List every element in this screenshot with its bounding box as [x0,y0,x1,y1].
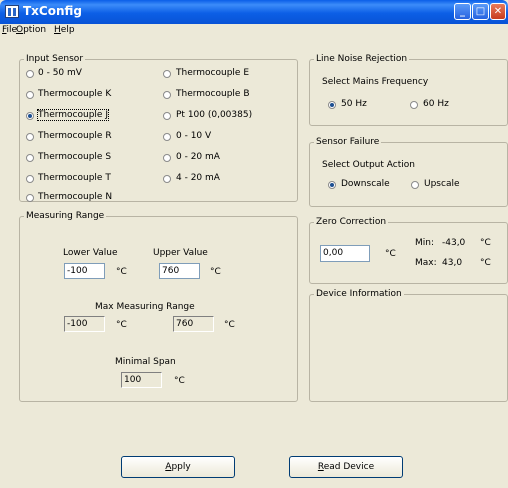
label-thermocouple-s: Thermocouple S [38,152,112,162]
radio-0-20ma[interactable] [163,154,171,162]
max-unit: °C [480,258,491,268]
label-0-10v: 0 - 10 V [176,131,212,141]
max-lower-value: -100 [64,316,105,332]
minimal-span-value: 100 [121,372,162,388]
radio-50hz[interactable] [328,101,336,109]
device-information-group: Device Information [309,289,508,402]
max-lower-unit: °C [116,320,127,330]
label-60hz: 60 Hz [423,99,449,109]
upper-unit: °C [210,267,221,277]
radio-0-10v[interactable] [163,133,171,141]
sensor-failure-title: Sensor Failure [316,137,380,147]
apply-button[interactable]: Apply [121,456,235,478]
mains-frequency-prompt: Select Mains Frequency [322,77,429,87]
line-noise-group: Line Noise Rejection [309,54,508,126]
menu-option[interactable]: Option [16,25,46,35]
app-icon [5,5,19,18]
upper-value-label: Upper Value [153,248,208,258]
span-unit: °C [174,376,185,386]
radio-pt100[interactable] [163,112,171,120]
min-value: -43,0 [442,238,466,248]
radio-thermocouple-e[interactable] [163,70,171,78]
radio-upscale[interactable] [411,181,419,189]
label-thermocouple-r: Thermocouple R [38,131,112,141]
close-button[interactable]: ✕ [490,3,506,20]
radio-4-20ma[interactable] [163,175,171,183]
label-upscale: Upscale [424,179,460,189]
label-thermocouple-k: Thermocouple K [38,89,112,99]
device-information-title: Device Information [316,289,402,299]
label-0-50mv: 0 - 50 mV [38,68,82,78]
min-unit: °C [480,238,491,248]
lower-unit: °C [116,267,127,277]
radio-thermocouple-j[interactable] [26,112,34,120]
label-0-20ma: 0 - 20 mA [176,152,220,162]
radio-thermocouple-r[interactable] [26,133,34,141]
sensor-failure-group: Sensor Failure [309,137,508,207]
lower-value-input[interactable]: -100 [64,263,105,279]
radio-thermocouple-n[interactable] [26,194,34,202]
max-range-label: Max Measuring Range [95,302,195,312]
menu-file[interactable]: File [2,25,17,35]
max-label: Max: [415,258,437,268]
menu-bar: File Option Help [0,24,508,39]
measuring-range-title: Measuring Range [26,211,105,221]
label-thermocouple-n: Thermocouple N [38,192,113,202]
minimize-button[interactable]: _ [454,3,471,20]
max-upper-value: 760 [173,316,214,332]
label-thermocouple-b: Thermocouple B [176,89,250,99]
radio-thermocouple-k[interactable] [26,91,34,99]
read-device-button[interactable]: Read Device [289,456,403,478]
label-downscale: Downscale [341,179,390,189]
zero-correction-title: Zero Correction [316,217,387,227]
window-title: TxConfig [23,4,83,18]
output-action-prompt: Select Output Action [322,160,415,170]
title-bar[interactable]: TxConfig _ □ ✕ [0,0,508,24]
menu-help[interactable]: Help [54,25,75,35]
max-upper-unit: °C [224,320,235,330]
radio-downscale[interactable] [328,181,336,189]
line-noise-title: Line Noise Rejection [316,54,408,64]
min-label: Min: [415,238,435,248]
radio-thermocouple-t[interactable] [26,175,34,183]
label-thermocouple-t: Thermocouple T [38,173,111,183]
label-thermocouple-e: Thermocouple E [176,68,250,78]
zero-correction-input[interactable]: 0,00 [320,245,370,262]
radio-0-50mv[interactable] [26,70,34,78]
label-pt100: Pt 100 (0,00385) [176,110,253,120]
radio-60hz[interactable] [410,101,418,109]
label-4-20ma: 4 - 20 mA [176,173,220,183]
radio-thermocouple-s[interactable] [26,154,34,162]
upper-value-input[interactable]: 760 [159,263,200,279]
label-50hz: 50 Hz [341,99,367,109]
maximize-button[interactable]: □ [472,3,489,20]
minimal-span-label: Minimal Span [115,357,176,367]
lower-value-label: Lower Value [63,248,118,258]
radio-thermocouple-b[interactable] [163,91,171,99]
zero-unit: °C [385,249,396,259]
label-thermocouple-j: Thermocouple J [37,109,109,121]
input-sensor-title: Input Sensor [26,54,84,64]
max-value: 43,0 [442,258,463,268]
